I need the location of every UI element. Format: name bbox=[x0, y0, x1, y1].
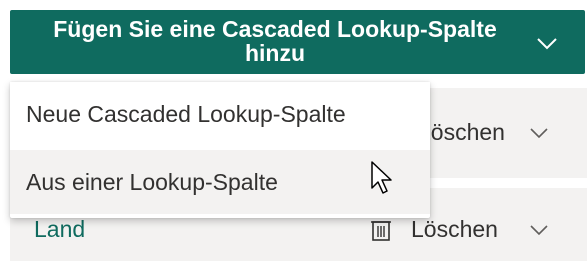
add-cascaded-lookup-label: Fügen Sie eine Cascaded Lookup-Spalte hi… bbox=[53, 16, 497, 66]
add-column-menu: Neue Cascaded Lookup-Spalte Aus einer Lo… bbox=[10, 82, 430, 218]
trash-icon[interactable] bbox=[371, 218, 391, 242]
chevron-down-icon[interactable] bbox=[528, 122, 550, 144]
mouse-pointer-icon bbox=[371, 161, 392, 194]
menu-item-from-lookup-column[interactable]: Aus einer Lookup-Spalte bbox=[10, 150, 430, 214]
chevron-down-icon[interactable] bbox=[533, 29, 561, 57]
add-cascaded-lookup-button[interactable]: Fügen Sie eine Cascaded Lookup-Spalte hi… bbox=[10, 10, 585, 74]
cascaded-lookup-settings: Fügen Sie eine Cascaded Lookup-Spalte hi… bbox=[0, 0, 587, 261]
delete-button[interactable]: Löschen bbox=[418, 119, 505, 146]
column-name-link[interactable]: Land bbox=[34, 216, 85, 243]
delete-button[interactable]: Löschen bbox=[411, 216, 498, 243]
menu-item-new-cascaded-lookup[interactable]: Neue Cascaded Lookup-Spalte bbox=[10, 82, 430, 146]
chevron-down-icon[interactable] bbox=[528, 219, 550, 241]
